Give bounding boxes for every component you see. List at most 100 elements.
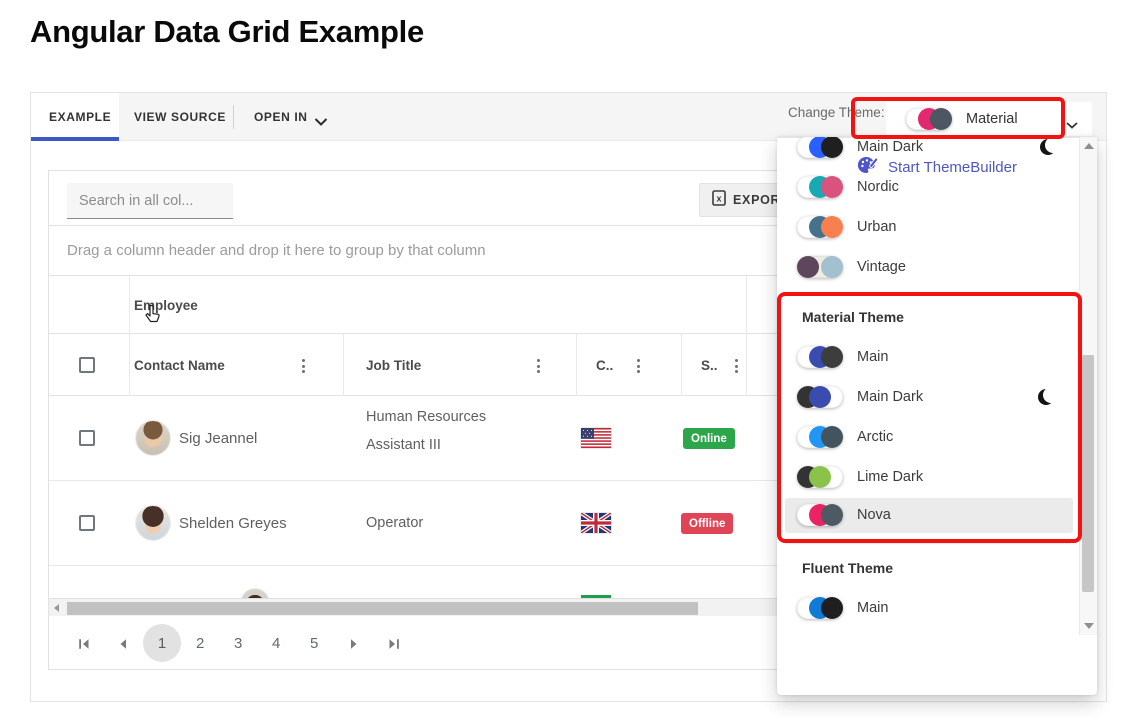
section-divider [785, 543, 1071, 544]
pager-page-4[interactable]: 4 [272, 635, 280, 652]
search-input[interactable] [67, 183, 233, 219]
change-theme-label: Change Theme: [788, 105, 885, 120]
theme-option-label: Main Dark [857, 389, 923, 405]
theme-swatch [797, 504, 843, 526]
selected-theme-name: Material [966, 111, 1018, 127]
dark-mode-moon-icon [1040, 139, 1056, 155]
page-title: Angular Data Grid Example [30, 14, 424, 50]
fluent-theme-section-title: Fluent Theme [802, 548, 1072, 588]
select-all-checkbox[interactable] [79, 357, 95, 373]
column-header-country[interactable]: C.. [596, 358, 613, 373]
theme-option-fluent-main[interactable]: Main [777, 588, 1079, 628]
theme-swatch [797, 466, 843, 488]
selected-theme-swatch [906, 108, 952, 130]
theme-option-label: Vintage [857, 259, 906, 275]
column-border [681, 334, 682, 396]
column-border [129, 276, 130, 334]
column-border [746, 334, 747, 396]
contact-name-cell: Shelden Greyes [179, 515, 287, 532]
column-menu-icon[interactable] [534, 356, 543, 376]
scroll-up-arrow-icon[interactable] [1084, 143, 1094, 149]
tab-open-in[interactable]: OPEN IN [254, 110, 308, 124]
theme-option-label: Main [857, 600, 888, 616]
theme-option-label: Nova [857, 507, 891, 523]
job-title-cell-line1: Human Resources [366, 409, 486, 425]
theme-option-nova[interactable]: Nova [777, 495, 1079, 535]
us-flag-icon [581, 428, 611, 448]
theme-swatch [797, 597, 843, 619]
contact-name-cell: Sig Jeannel [179, 430, 257, 447]
theme-option-label: Lime Dark [857, 469, 923, 485]
column-header-job-title[interactable]: Job Title [366, 358, 421, 373]
theme-swatch [797, 346, 843, 368]
theme-option-label: Urban [857, 219, 897, 235]
status-badge: Online [683, 428, 735, 449]
column-menu-icon[interactable] [634, 356, 643, 376]
dark-mode-moon-icon [1038, 389, 1054, 405]
theme-option-vintage[interactable]: Vintage [777, 247, 1079, 287]
theme-select-dropdown[interactable]: Material [886, 102, 1092, 136]
theme-swatch [797, 176, 843, 198]
job-title-cell-line2: Assistant III [366, 437, 441, 453]
theme-option-nordic[interactable]: Nordic [777, 167, 1079, 207]
column-border [746, 276, 747, 334]
column-menu-icon[interactable] [299, 356, 308, 376]
theme-option-lime-dark[interactable]: Lime Dark [777, 457, 1079, 497]
row-checkbox[interactable] [79, 515, 95, 531]
row-checkbox[interactable] [79, 430, 95, 446]
theme-option-main-dark[interactable]: Main Dark [777, 137, 1079, 167]
previous-page-button[interactable] [118, 637, 128, 655]
last-page-button[interactable] [387, 637, 400, 655]
active-tab-underline [31, 137, 119, 141]
first-page-button[interactable] [78, 637, 91, 655]
theme-swatch [797, 137, 843, 158]
scroll-left-arrow-icon[interactable] [54, 604, 59, 612]
status-badge-label: Offline [689, 518, 725, 530]
svg-text:x: x [716, 193, 721, 203]
tab-strip: EXAMPLE VIEW SOURCE OPEN IN Change Theme… [31, 93, 1106, 141]
group-drop-hint: Drag a column header and drop it here to… [67, 226, 486, 276]
theme-option-material-main[interactable]: Main [777, 337, 1079, 377]
tab-view-source[interactable]: VIEW SOURCE [134, 110, 226, 124]
tab-example[interactable]: EXAMPLE [49, 110, 111, 124]
theme-option-label: Nordic [857, 179, 899, 195]
theme-option-urban[interactable]: Urban [777, 207, 1079, 247]
next-page-button[interactable] [349, 637, 359, 655]
column-border [576, 334, 577, 396]
uk-flag-icon [581, 513, 611, 533]
pager-page-5[interactable]: 5 [310, 635, 318, 652]
theme-option-arctic[interactable]: Arctic [777, 417, 1079, 457]
dropdown-scrollbar-thumb[interactable] [1082, 355, 1094, 592]
status-badge: Offline [681, 513, 733, 534]
tab-divider [233, 105, 234, 129]
pager-page-2[interactable]: 2 [196, 635, 204, 652]
column-header-status[interactable]: S.. [701, 358, 718, 373]
pager-page-3[interactable]: 3 [234, 635, 242, 652]
section-divider [785, 292, 1071, 293]
theme-option-label: Main Dark [857, 139, 923, 155]
theme-option-label: Arctic [857, 429, 893, 445]
scroll-down-arrow-icon[interactable] [1084, 623, 1094, 629]
theme-option-material-main-dark[interactable]: Main Dark [777, 377, 1079, 417]
theme-option-label: Main [857, 349, 888, 365]
theme-dropdown-panel: Main Dark Nordic Urban Vintage Material … [777, 137, 1097, 695]
chevron-down-icon[interactable] [314, 113, 328, 131]
horizontal-scrollbar-thumb[interactable] [67, 602, 698, 615]
column-group-employee[interactable]: Employee [134, 298, 198, 313]
dropdown-scrollbar[interactable] [1079, 137, 1097, 635]
job-title-cell-line1: Operator [366, 515, 423, 531]
excel-file-icon: x [712, 190, 726, 211]
page: Angular Data Grid Example EXAMPLE VIEW S… [0, 0, 1137, 724]
column-menu-icon[interactable] [732, 356, 741, 376]
status-badge-label: Online [691, 433, 727, 445]
theme-swatch [797, 426, 843, 448]
pager-page-1-current[interactable]: 1 [143, 624, 181, 662]
column-border [343, 334, 344, 396]
avatar [136, 506, 170, 540]
theme-swatch [797, 216, 843, 238]
column-header-contact-name[interactable]: Contact Name [134, 358, 225, 373]
theme-swatch [797, 386, 843, 408]
material-theme-section-title: Material Theme [802, 297, 1072, 337]
column-border [129, 334, 130, 396]
avatar [241, 589, 269, 598]
